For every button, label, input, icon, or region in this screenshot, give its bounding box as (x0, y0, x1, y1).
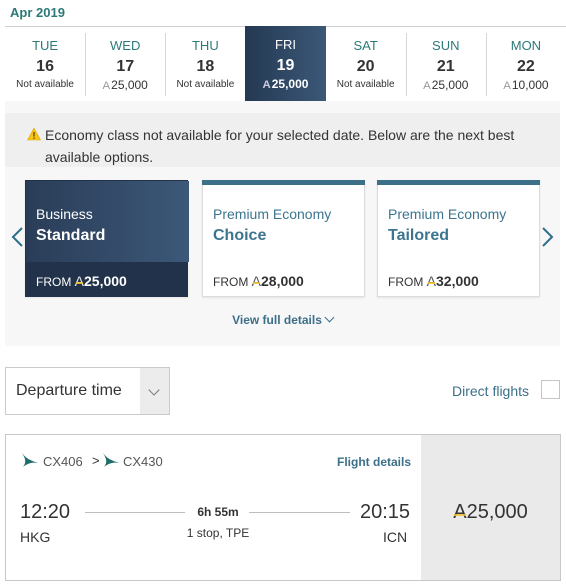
fare-tier: Standard (36, 227, 106, 244)
card-top-bar (202, 180, 365, 185)
fare-from-price: FROM A25,000 (36, 273, 127, 289)
flight-duration: 6h 55m (197, 505, 239, 519)
flight-stops: 1 stop, TPE (186, 526, 250, 540)
date-cell-fri-19-selected[interactable]: FRI 19 A25,000 (245, 26, 326, 101)
airline-logo-icon (103, 453, 119, 467)
month-label: Apr 2019 (10, 5, 65, 20)
fare-tier: Choice (213, 227, 267, 244)
from-label: FROM (213, 275, 249, 289)
fare-cabin: Business (36, 206, 93, 222)
segment-separator-icon: > (92, 453, 100, 468)
date-cell-thu-18[interactable]: THU 18 Not available (165, 27, 245, 101)
alert-text: Economy class not available for your sel… (45, 127, 515, 165)
route-line (249, 512, 350, 513)
chevron-down-icon (324, 312, 335, 323)
fare-cabin: Premium Economy (213, 206, 332, 222)
fare-card-premium-economy-tailored[interactable]: Premium Economy Tailored FROM A32,000 (377, 180, 540, 297)
date-day: 22 (517, 58, 535, 75)
flight-number: CX430 (123, 454, 163, 469)
date-dow: WED (110, 38, 141, 53)
date-day: 20 (356, 58, 375, 75)
airline-logo-icon (22, 453, 38, 467)
date-cell-sat-20[interactable]: SAT 20 Not available (326, 27, 406, 101)
date-cell-sun-21[interactable]: SUN 21 A25,000 (405, 27, 486, 101)
asia-miles-icon: A (426, 273, 437, 289)
arrival-airport: ICN (383, 529, 408, 545)
view-full-details-link[interactable]: View full details (5, 312, 560, 327)
carousel-prev-icon[interactable] (10, 226, 24, 248)
direct-flights-label[interactable]: Direct flights (452, 383, 529, 399)
date-strip: TUE 16 Not available WED 17 A25,000 THU … (5, 26, 566, 101)
date-price-value: 25,000 (431, 78, 469, 92)
date-day: 18 (196, 58, 215, 75)
date-price: A25,000 (245, 77, 325, 91)
date-dow: MON (510, 38, 542, 53)
date-day: 21 (436, 58, 455, 75)
date-day: 17 (116, 58, 135, 75)
fare-card-business-standard[interactable]: Business Standard FROM A25,000 (25, 180, 189, 297)
date-price-value: 25,000 (111, 78, 148, 92)
sort-select[interactable]: Departure time (5, 367, 170, 415)
sort-dropdown-button[interactable] (140, 368, 169, 414)
date-day: 16 (36, 58, 54, 75)
from-label: FROM (388, 275, 424, 289)
fare-card-premium-economy-choice[interactable]: Premium Economy Choice FROM A28,000 (202, 180, 365, 297)
date-price: A25,000 (406, 78, 486, 92)
sort-select-value: Departure time (16, 382, 122, 399)
departure-time: 12:20 (20, 501, 71, 523)
departure-airport: HKG (20, 529, 51, 545)
fare-from-price: FROM A28,000 (213, 273, 304, 289)
asia-miles-icon: A (251, 273, 262, 289)
arrival-time: 20:15 (360, 501, 411, 523)
date-dow: FRI (275, 37, 296, 52)
date-status: Not available (16, 79, 74, 90)
carousel-next-icon[interactable] (541, 226, 555, 248)
fare-cabin: Premium Economy (388, 206, 507, 222)
date-cell-tue-16[interactable]: TUE 16 Not available (5, 27, 85, 101)
asia-miles-icon: A (262, 79, 271, 91)
alert-message: Economy class not available for your sel… (27, 124, 537, 168)
card-top-bar (377, 180, 540, 185)
date-status: Not available (336, 79, 395, 90)
date-price-value: 25,000 (271, 77, 309, 91)
date-cell-wed-17[interactable]: WED 17 A25,000 (85, 27, 165, 101)
asia-miles-icon: A (503, 80, 511, 92)
view-full-details-label: View full details (232, 313, 322, 327)
date-price: A10,000 (486, 78, 566, 92)
date-dow: TUE (32, 38, 59, 53)
date-dow: SUN (432, 38, 460, 53)
fare-from-price: FROM A32,000 (388, 273, 479, 289)
fare-price: 28,000 (261, 273, 304, 289)
date-price: A25,000 (85, 78, 165, 92)
warning-icon (27, 127, 41, 141)
flight-price: A25,000 (421, 501, 560, 524)
from-label: FROM (36, 275, 72, 289)
date-dow: THU (191, 38, 219, 53)
asia-miles-icon: A (74, 273, 85, 289)
asia-miles-icon: A (453, 501, 467, 523)
date-dow: SAT (353, 38, 378, 53)
fare-options-panel: Economy class not available for your sel… (5, 101, 560, 346)
date-status: Not available (176, 79, 235, 90)
flight-price-value: 25,000 (466, 501, 528, 523)
asia-miles-icon: A (423, 80, 431, 92)
date-cell-mon-22[interactable]: MON 22 A10,000 (485, 27, 566, 101)
flight-details-link[interactable]: Flight details (337, 455, 411, 469)
flight-price-button[interactable]: A25,000 (421, 435, 560, 580)
fare-price: 25,000 (84, 273, 127, 289)
direct-flights-checkbox[interactable] (541, 380, 560, 399)
fare-tier: Tailored (388, 227, 450, 244)
asia-miles-icon: A (102, 80, 111, 92)
route-line (85, 512, 185, 513)
fare-price: 32,000 (436, 273, 479, 289)
flight-number: CX406 (43, 454, 83, 469)
flight-result-card: CX406 > CX430 Flight details 12:20 HKG 6… (5, 434, 561, 581)
chevron-down-icon (148, 384, 160, 396)
date-price-value: 10,000 (511, 78, 549, 92)
date-day: 19 (276, 57, 295, 74)
